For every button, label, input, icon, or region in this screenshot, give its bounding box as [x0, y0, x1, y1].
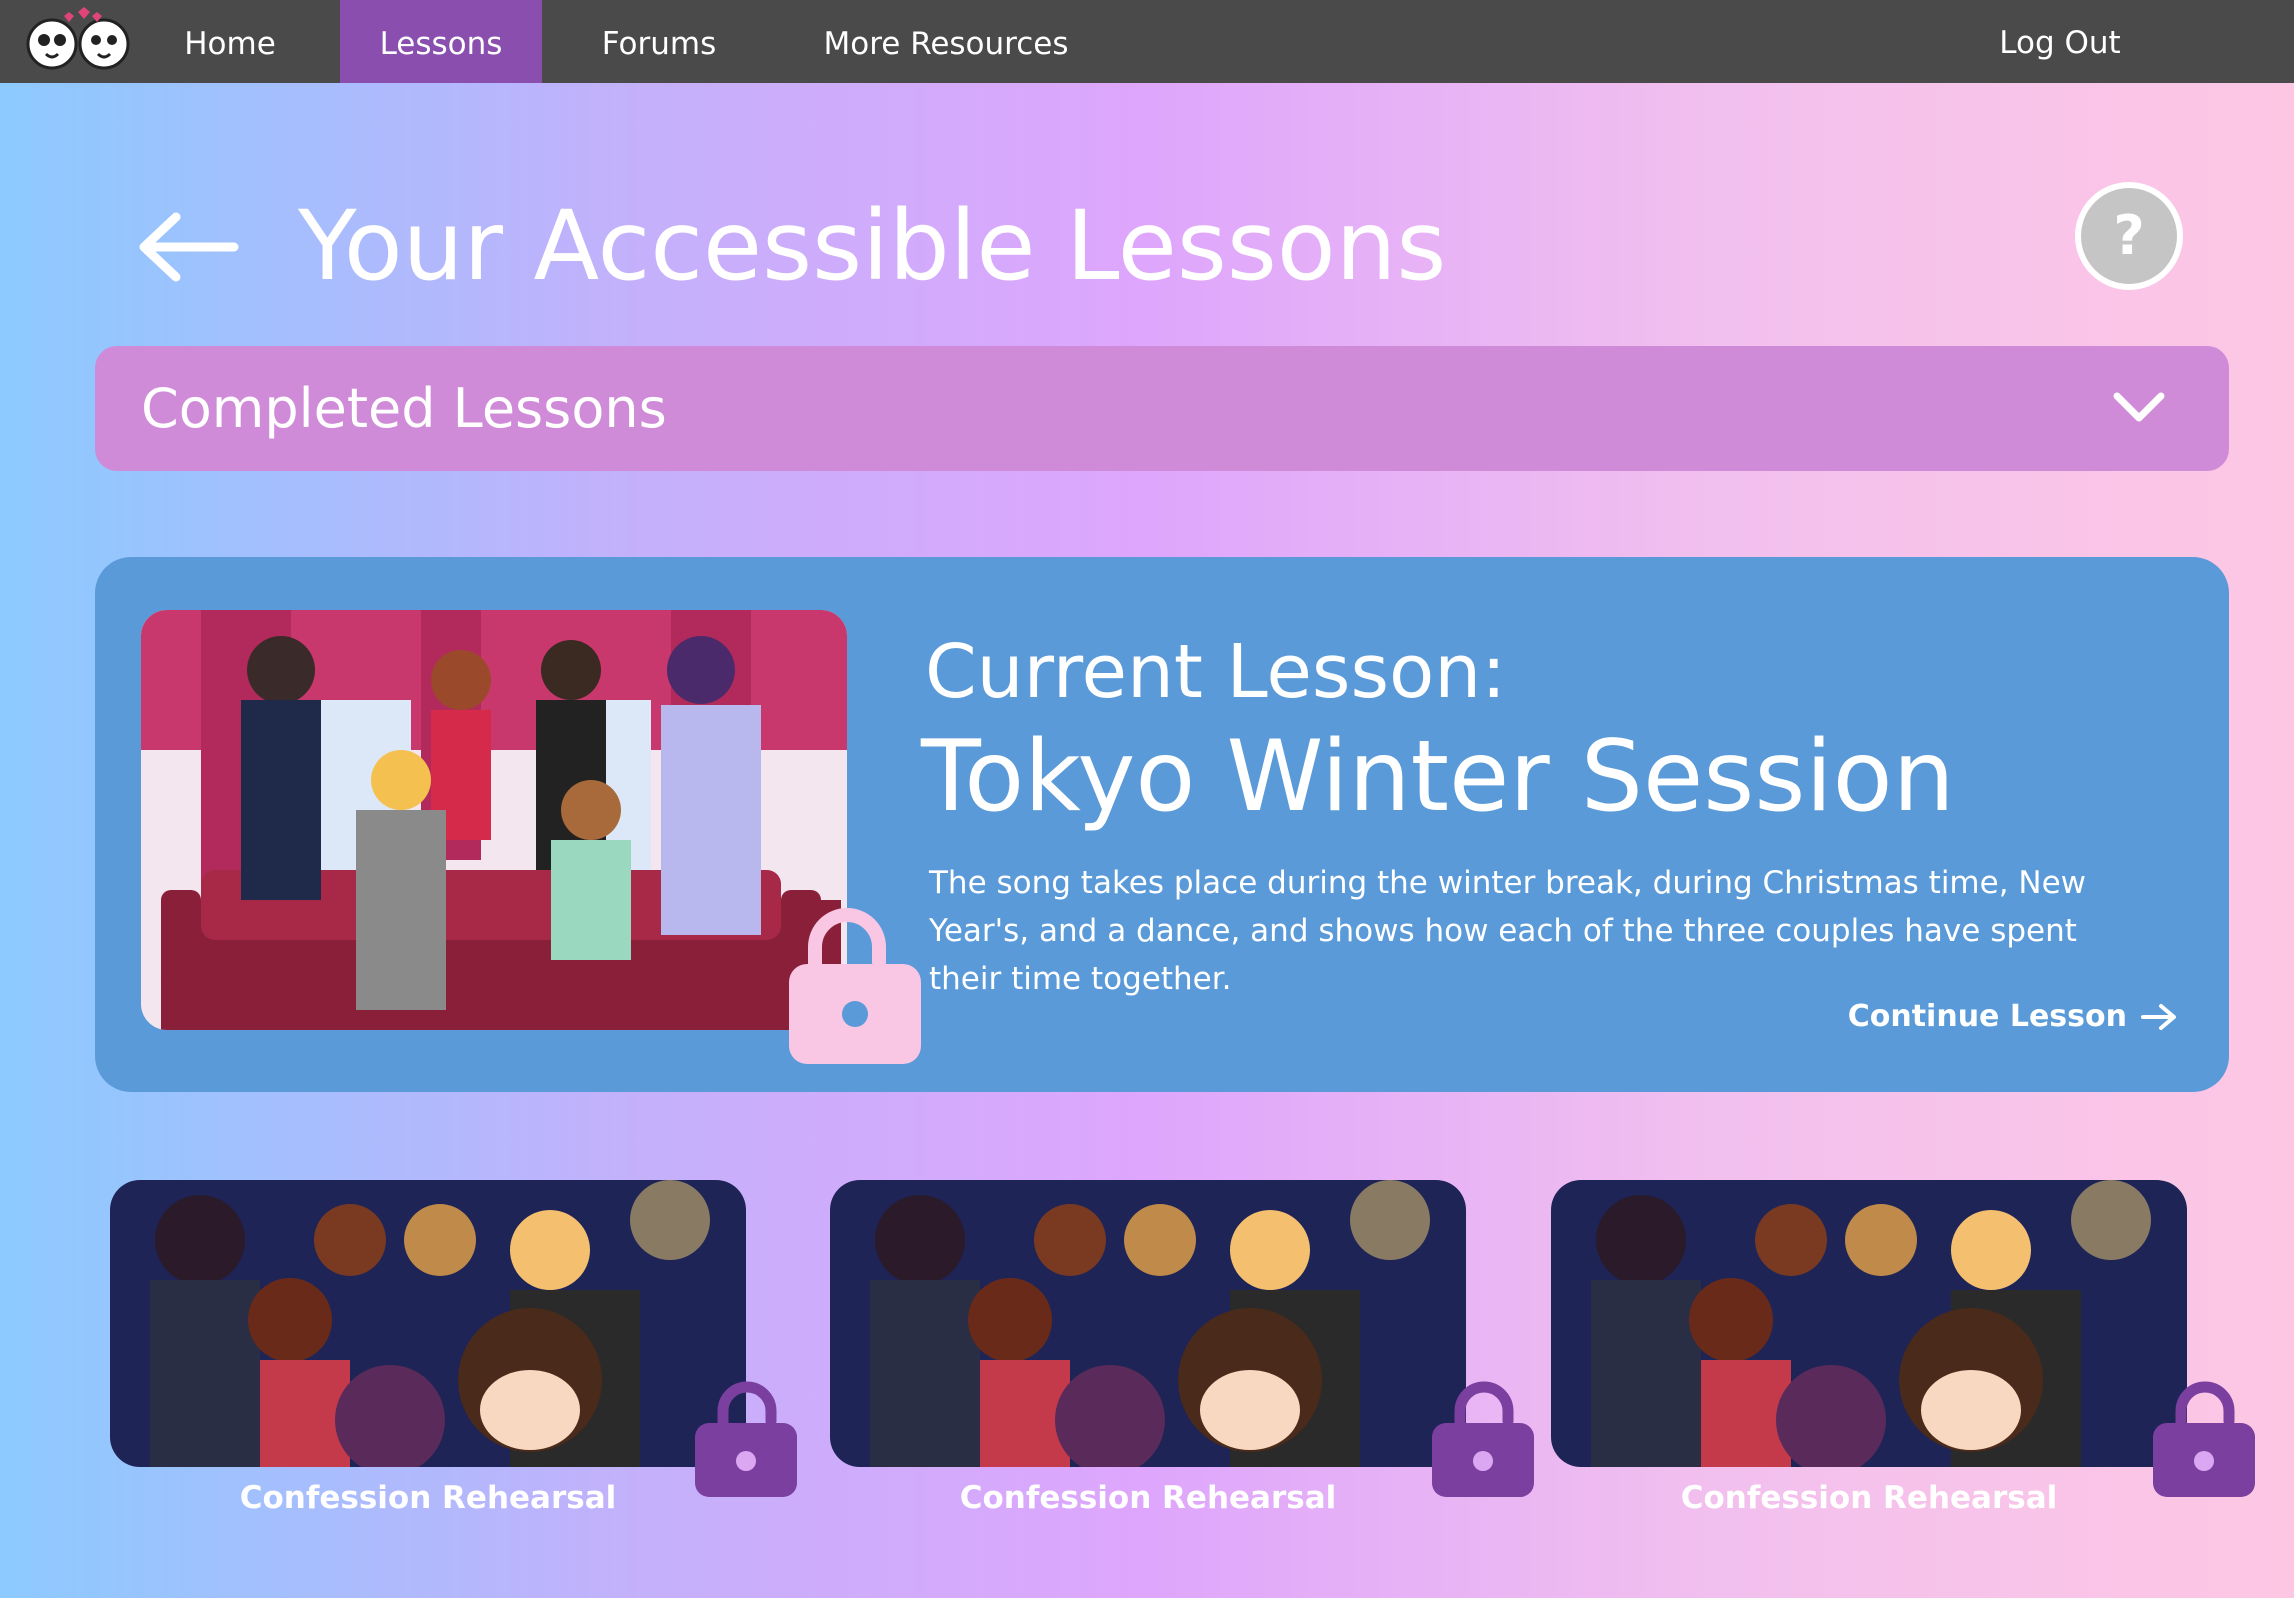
- help-button[interactable]: ?: [2075, 182, 2183, 290]
- page-title: Your Accessible Lessons: [298, 190, 1447, 302]
- nav-more-resources[interactable]: More Resources: [808, 0, 1084, 83]
- continue-lesson-label: Continue Lesson: [1847, 999, 2127, 1034]
- lesson-card[interactable]: Confession Rehearsal: [110, 1180, 830, 1530]
- lesson-card[interactable]: Confession Rehearsal: [1551, 1180, 2271, 1530]
- lesson-card-title: Confession Rehearsal: [1680, 1480, 2058, 1516]
- nav-forums[interactable]: Forums: [586, 0, 732, 83]
- lesson-card-image: [110, 1180, 746, 1467]
- lesson-card[interactable]: Confession Rehearsal: [830, 1180, 1550, 1530]
- lesson-card-title: Confession Rehearsal: [239, 1480, 617, 1516]
- lesson-card-image: [1551, 1180, 2187, 1467]
- logo-icon[interactable]: [24, 6, 132, 76]
- logout-button[interactable]: Log Out: [1985, 0, 2135, 83]
- current-lesson-card: Current Lesson: Tokyo Winter Session The…: [95, 557, 2229, 1092]
- completed-lessons-accordion[interactable]: Completed Lessons: [95, 346, 2229, 471]
- arrow-right-icon: [2141, 1003, 2176, 1030]
- arrow-left-icon[interactable]: [134, 212, 240, 282]
- current-lesson-eyebrow: Current Lesson:: [925, 629, 1507, 715]
- chevron-down-icon[interactable]: [2111, 388, 2167, 428]
- unlocked-lock-icon: [789, 908, 921, 1064]
- lesson-card-image: [830, 1180, 1466, 1467]
- accordion-label: Completed Lessons: [141, 377, 667, 440]
- current-lesson-description: The song takes place during the winter b…: [929, 865, 2087, 997]
- nav-home[interactable]: Home: [160, 0, 300, 83]
- nav-lessons[interactable]: Lessons: [340, 0, 542, 83]
- current-lesson-image: [141, 610, 847, 1030]
- top-nav: Home Lessons Forums More Resources Log O…: [0, 0, 2294, 83]
- current-lesson-title: Tokyo Winter Session: [921, 720, 1955, 834]
- continue-lesson-link[interactable]: Continue Lesson: [1848, 999, 2177, 1034]
- lesson-card-title: Confession Rehearsal: [959, 1480, 1337, 1516]
